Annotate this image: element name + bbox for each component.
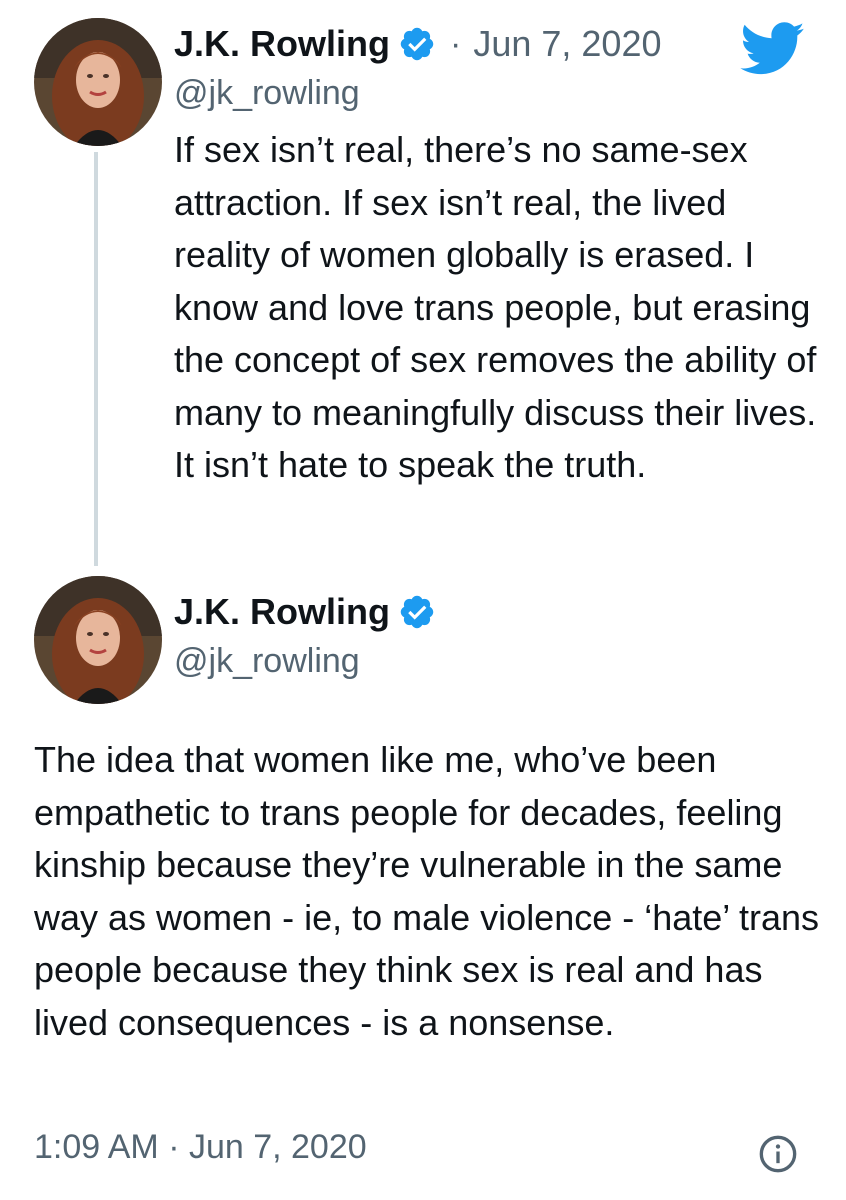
tweet-date[interactable]: Jun 7, 2020 [473, 23, 661, 65]
author-name[interactable]: J.K. Rowling [174, 591, 390, 633]
avatar[interactable] [34, 18, 162, 146]
separator-dot: · [450, 24, 462, 63]
info-icon[interactable] [758, 1134, 798, 1174]
avatar-image [34, 18, 162, 146]
tweet-text: The idea that women like me, who’ve been… [34, 739, 820, 1043]
thread-connector-line [94, 152, 98, 566]
author-handle[interactable]: @jk_rowling [174, 74, 360, 113]
verified-badge-icon [398, 25, 436, 63]
tweet-timestamp[interactable]: 1:09 AM · Jun 7, 2020 [34, 1128, 367, 1167]
avatar[interactable] [34, 576, 162, 704]
tweet1-header: J.K. Rowling · Jun 7, 2020 [174, 20, 661, 68]
avatar-image [34, 576, 162, 704]
verified-badge-icon [398, 593, 436, 631]
author-handle[interactable]: @jk_rowling [174, 642, 360, 681]
tweet-text: If sex isn’t real, there’s no same-sex a… [174, 129, 817, 485]
tweet2-header: J.K. Rowling [174, 588, 436, 636]
author-name[interactable]: J.K. Rowling [174, 23, 390, 65]
twitter-bird-icon [740, 22, 806, 76]
